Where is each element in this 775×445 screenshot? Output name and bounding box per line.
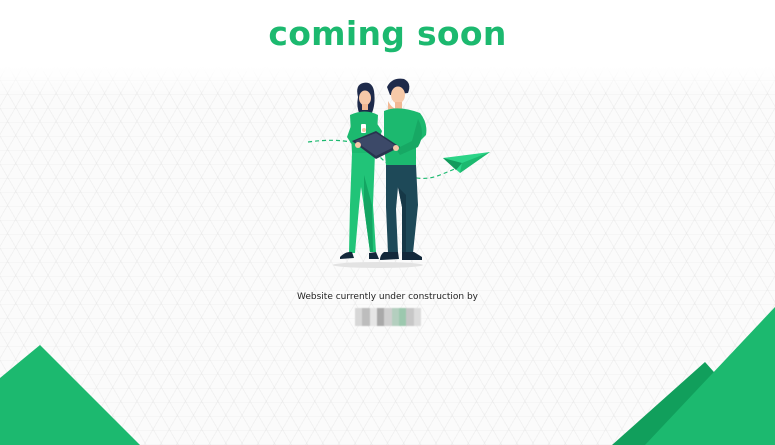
corner-mountains (0, 307, 775, 445)
left-mountain (0, 345, 140, 445)
coming-soon-page: coming soon Website currently under cons… (0, 0, 775, 445)
